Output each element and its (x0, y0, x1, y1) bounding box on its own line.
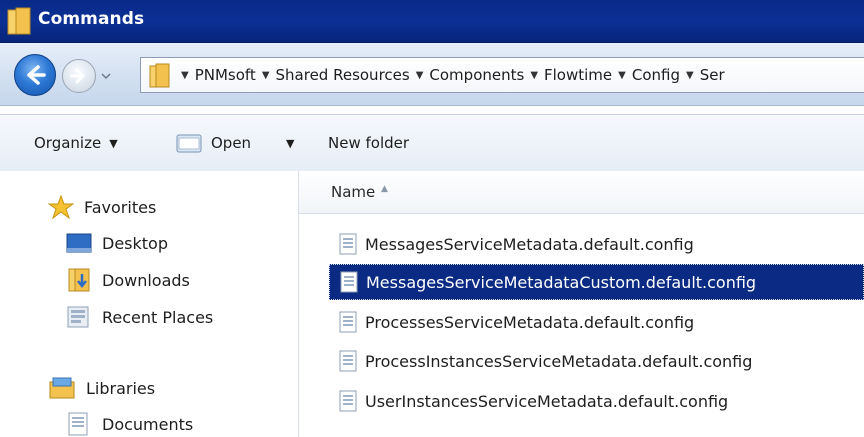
breadcrumb-arrow-icon[interactable]: ▼ (181, 70, 189, 81)
forward-arrow-icon (70, 68, 85, 84)
column-header-name[interactable]: Name ▲ (299, 171, 864, 214)
new-folder-button[interactable]: New folder (328, 115, 409, 171)
dropdown-caret-icon: ▼ (109, 136, 118, 150)
file-row[interactable]: ProcessesServiceMetadata.default.config (329, 304, 864, 340)
file-name: MessagesServiceMetadataCustom.default.co… (366, 272, 757, 292)
breadcrumb-config[interactable]: ▼ Config (618, 66, 680, 84)
nav-downloads[interactable]: Downloads (66, 268, 190, 292)
downloads-icon (68, 268, 90, 292)
file-name: MessagesServiceMetadata.default.config (365, 234, 694, 254)
nav-recent-places[interactable]: Recent Places (66, 305, 213, 329)
folder-icon (7, 7, 31, 35)
breadcrumb-flowtime[interactable]: ▼ Flowtime (530, 66, 612, 84)
breadcrumb-services[interactable]: ▼ Ser (686, 66, 725, 84)
breadcrumb-arrow-icon[interactable]: ▼ (686, 70, 694, 81)
file-list: Name ▲ MessagesServiceMetadata.default.c… (299, 171, 864, 437)
sort-ascending-icon: ▲ (381, 184, 388, 194)
breadcrumb-arrow-icon[interactable]: ▼ (416, 70, 424, 81)
file-row[interactable]: MessagesServiceMetadata.default.config (329, 226, 864, 262)
config-file-icon (339, 233, 357, 255)
navigation-bar: ▼ PNMsoft ▼ Shared Resources ▼ Components ▼… (0, 43, 864, 106)
nav-documents[interactable]: Documents (66, 412, 193, 436)
folder-icon (149, 63, 170, 88)
open-document-icon (176, 134, 202, 153)
window-title: Commands (38, 9, 145, 29)
file-name: ProcessesServiceMetadata.default.config (365, 312, 695, 332)
dropdown-caret-icon: ▼ (286, 136, 295, 150)
recent-places-icon (67, 306, 89, 328)
desktop-icon (66, 233, 92, 253)
nav-libraries[interactable]: Libraries (48, 376, 155, 400)
breadcrumb: ▼ PNMsoft ▼ Shared Resources ▼ Components ▼… (181, 58, 731, 92)
address-bar[interactable]: ▼ PNMsoft ▼ Shared Resources ▼ Components ▼… (140, 57, 864, 93)
navigation-pane: Favorites Desktop Downloads Recent Place… (0, 171, 299, 437)
breadcrumb-arrow-icon[interactable]: ▼ (530, 70, 538, 81)
breadcrumb-pnmsoft[interactable]: ▼ PNMsoft (181, 66, 256, 84)
breadcrumb-arrow-icon[interactable]: ▼ (618, 70, 626, 81)
recent-pages-chevron-icon[interactable] (100, 71, 112, 81)
breadcrumb-shared-resources[interactable]: ▼ Shared Resources (262, 66, 410, 84)
breadcrumb-components[interactable]: ▼ Components (416, 66, 525, 84)
breadcrumb-arrow-icon[interactable]: ▼ (262, 70, 270, 81)
documents-icon (68, 412, 88, 436)
config-file-icon (339, 311, 357, 333)
config-file-icon (340, 271, 358, 293)
config-file-icon (339, 350, 357, 372)
back-arrow-icon (27, 65, 46, 85)
file-row[interactable]: MessagesServiceMetadataCustom.default.co… (329, 264, 864, 300)
libraries-icon (49, 377, 75, 399)
file-row[interactable]: ProcessInstancesServiceMetadata.default.… (329, 343, 864, 379)
file-name: UserInstancesServiceMetadata.default.con… (365, 391, 729, 411)
config-file-icon (339, 390, 357, 412)
forward-button[interactable] (62, 59, 96, 93)
open-button[interactable]: Open (175, 115, 251, 171)
open-options-dropdown[interactable]: ▼ (278, 115, 294, 171)
command-toolbar: Organize ▼ Open ▼ New folder (0, 114, 864, 172)
title-bar: Commands (0, 0, 864, 43)
nav-desktop[interactable]: Desktop (66, 232, 168, 254)
back-button[interactable] (14, 54, 56, 96)
organize-button[interactable]: Organize ▼ (34, 115, 118, 171)
star-icon (48, 195, 74, 219)
file-name: ProcessInstancesServiceMetadata.default.… (365, 351, 753, 371)
file-row[interactable]: UserInstancesServiceMetadata.default.con… (329, 383, 864, 419)
nav-favorites[interactable]: Favorites (48, 195, 156, 219)
